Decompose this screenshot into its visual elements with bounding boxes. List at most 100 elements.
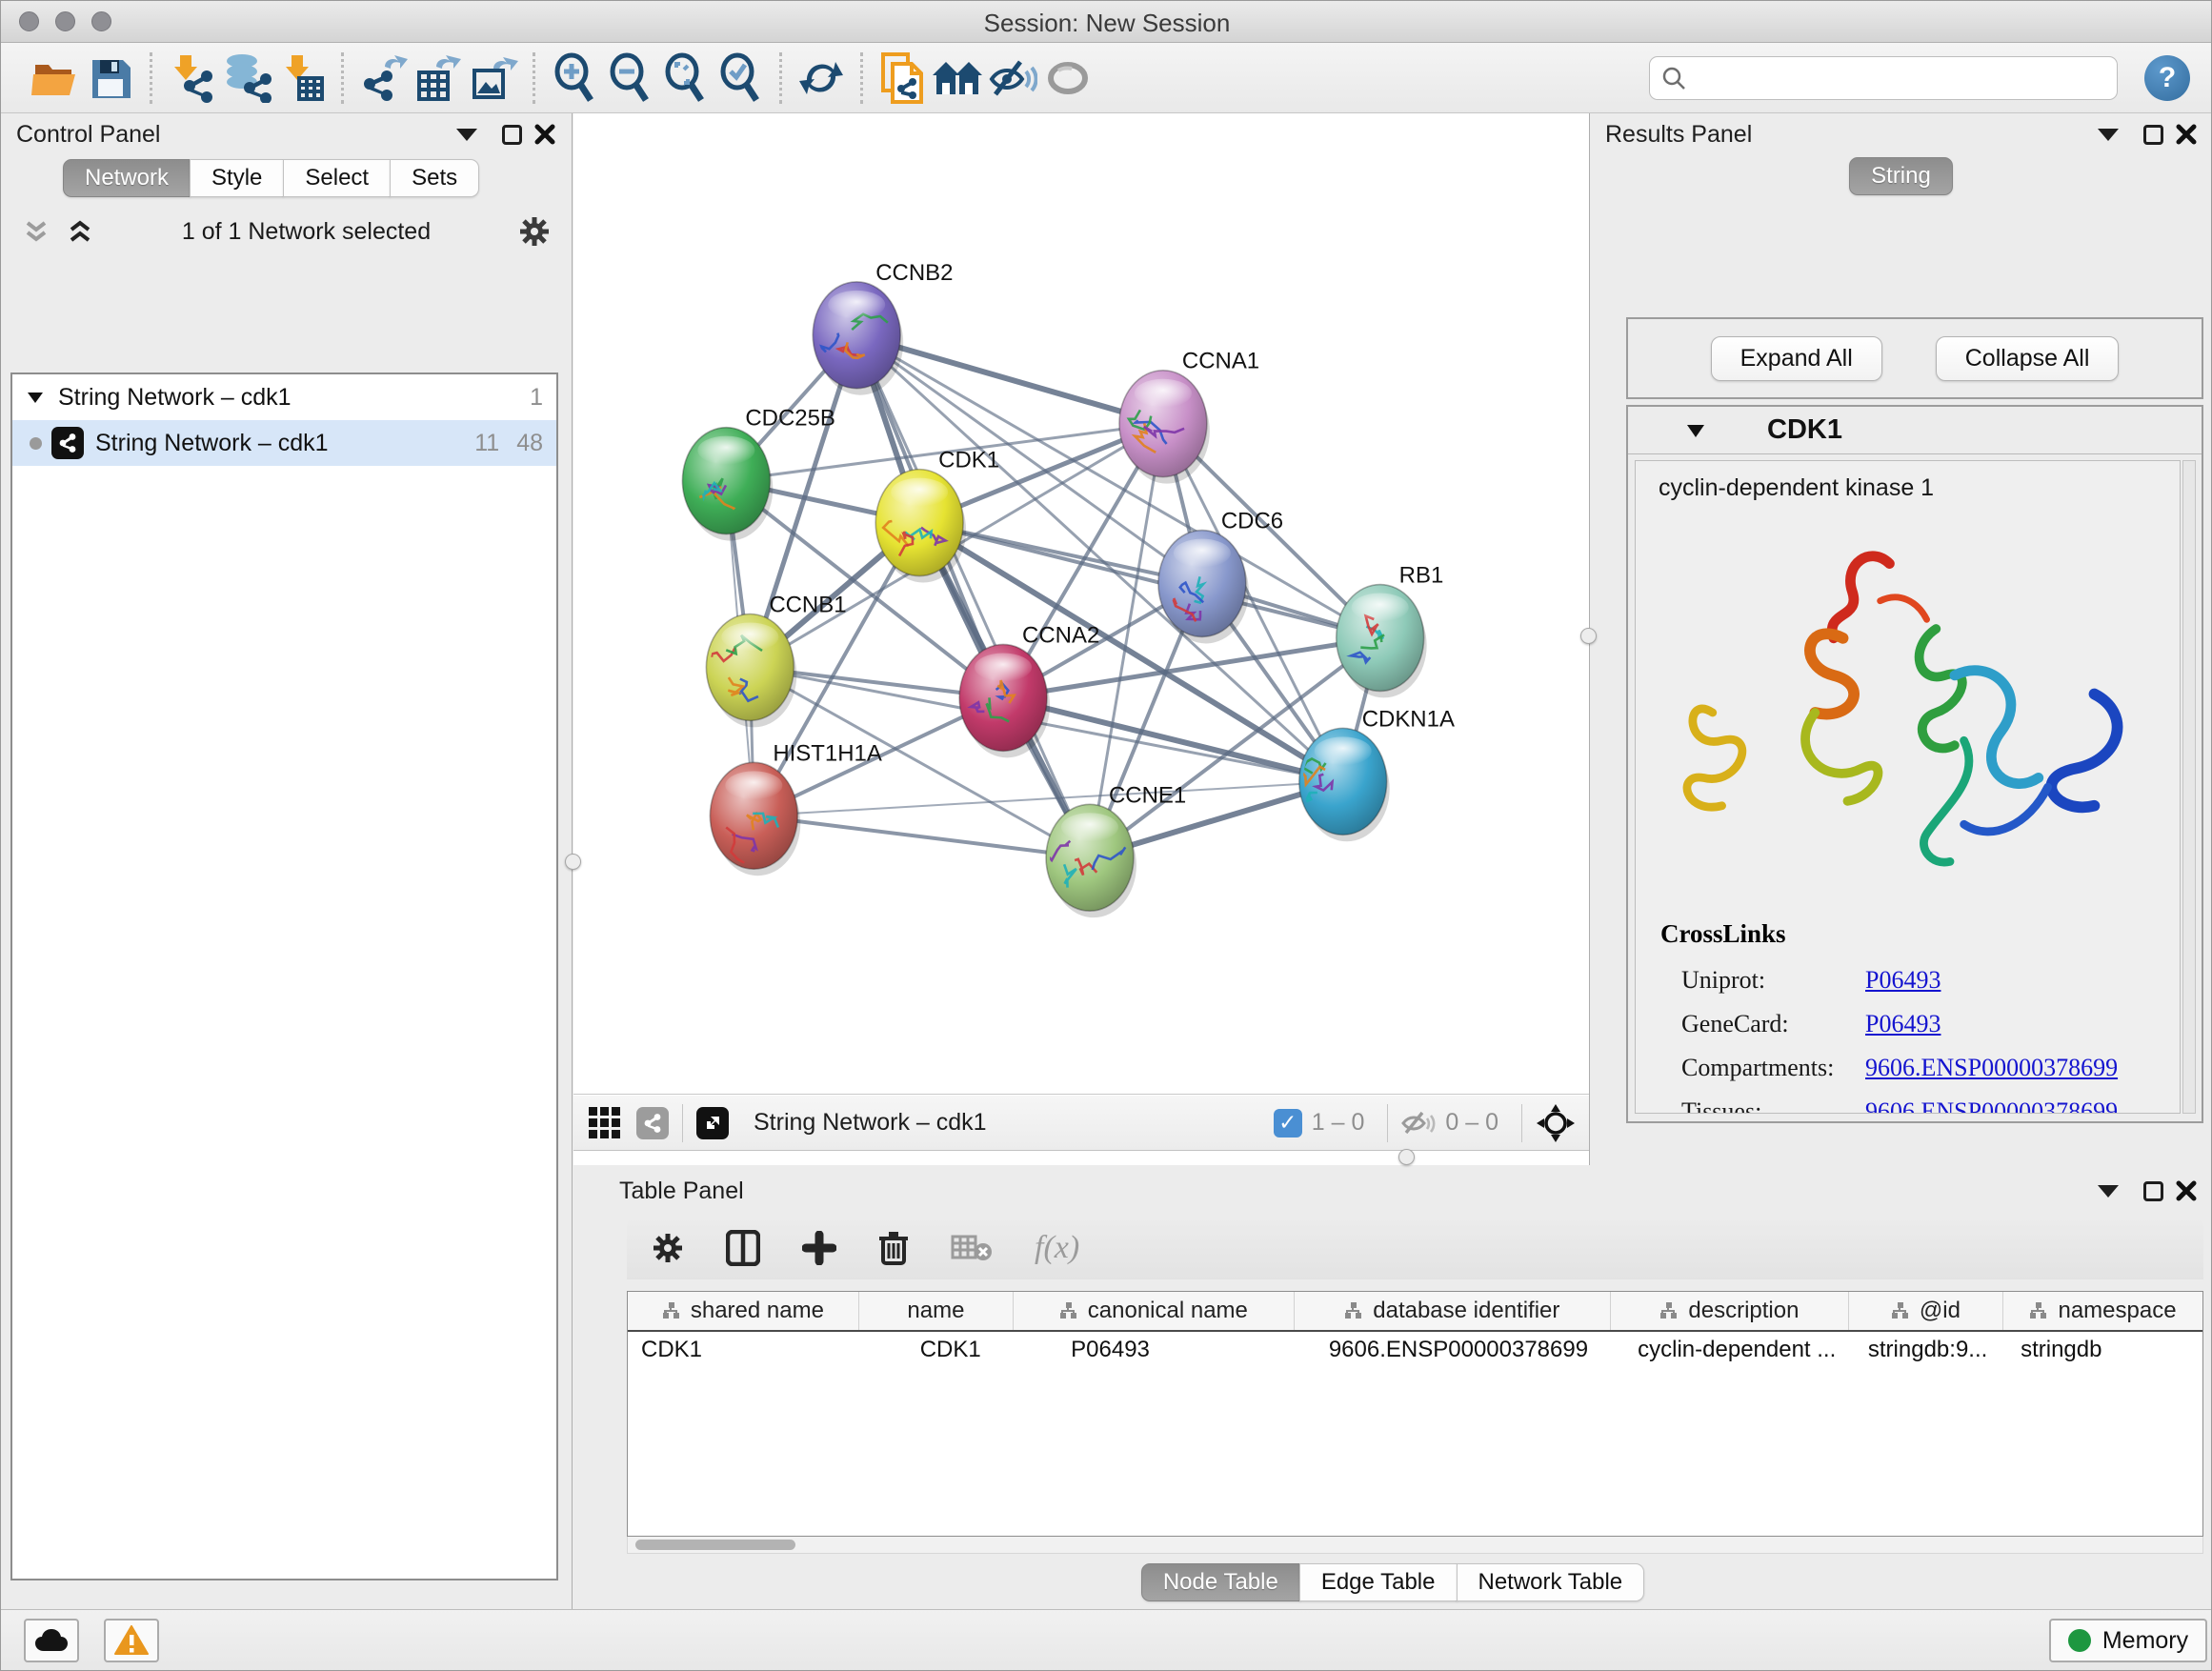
panel-float-icon[interactable] [2143, 1181, 2163, 1201]
apply-layout-button[interactable] [794, 50, 849, 107]
trash-icon[interactable] [878, 1230, 909, 1266]
protein-section-header[interactable]: CDK1 [1628, 407, 2202, 454]
crosslinks-section: CrossLinks Uniprot:P06493 GeneCard:P0649… [1636, 919, 2180, 1114]
network-collection-row[interactable]: String Network – cdk1 1 [12, 374, 556, 420]
collection-count: 1 [530, 384, 543, 412]
columns-icon[interactable] [726, 1230, 760, 1266]
tab-sets[interactable]: Sets [390, 159, 479, 197]
show-all-button[interactable] [1040, 50, 1096, 107]
column-header-namespace[interactable]: namespace [2003, 1292, 2202, 1330]
network-row-selected[interactable]: String Network – cdk1 11 48 [12, 420, 556, 466]
search-input[interactable] [1694, 65, 2105, 91]
tissues-link[interactable]: 9606.ENSP00000378699 [1865, 1090, 2118, 1114]
open-session-button[interactable] [28, 50, 83, 107]
export-image-icon [469, 53, 518, 103]
table-hscrollbar-thumb[interactable] [635, 1540, 795, 1550]
main-toolbar: ? [1, 43, 2212, 113]
panel-close-icon[interactable] [2175, 123, 2198, 146]
houses-icon [931, 56, 984, 100]
panel-float-icon[interactable] [502, 125, 522, 145]
first-neighbors-button[interactable] [930, 50, 985, 107]
function-builder-icon[interactable]: f(x) [1035, 1230, 1079, 1266]
cloud-button[interactable] [24, 1619, 79, 1662]
network-share-icon[interactable] [636, 1107, 669, 1139]
tab-network[interactable]: Network [63, 159, 191, 197]
crosshair-icon[interactable] [1536, 1103, 1576, 1143]
export-network-button[interactable] [355, 50, 411, 107]
tab-network-table[interactable]: Network Table [1457, 1563, 1645, 1601]
tab-string[interactable]: String [1849, 157, 1953, 195]
save-session-button[interactable] [83, 50, 138, 107]
collapse-all-button[interactable]: Collapse All [1936, 336, 2120, 381]
section-collapse-icon[interactable] [1685, 422, 1706, 439]
column-header-shared-name[interactable]: shared name [628, 1292, 859, 1330]
column-header-description[interactable]: description [1611, 1292, 1849, 1330]
eye-slash-icon [988, 56, 1037, 100]
delete-table-icon[interactable] [951, 1233, 993, 1263]
save-icon [89, 56, 132, 100]
genecard-link[interactable]: P06493 [1865, 1002, 1941, 1046]
hide-selected-button[interactable] [985, 50, 1040, 107]
open-in-new-window-icon[interactable] [696, 1107, 729, 1139]
import-network-database-button[interactable] [219, 50, 274, 107]
node-table[interactable]: shared name name canonical name database… [627, 1291, 2203, 1537]
cell-name[interactable]: CDK1 [859, 1332, 1014, 1372]
help-button[interactable]: ? [2144, 55, 2190, 101]
tab-edge-table[interactable]: Edge Table [1299, 1563, 1458, 1601]
cell-database-identifier[interactable]: 9606.ENSP00000378699 [1295, 1332, 1611, 1372]
table-row[interactable]: CDK1 CDK1 P06493 9606.ENSP00000378699 cy… [628, 1332, 2202, 1372]
gear-icon[interactable] [518, 215, 551, 248]
export-table-button[interactable] [411, 50, 466, 107]
zoom-in-button[interactable] [547, 50, 602, 107]
svg-text:CDKN1A: CDKN1A [1362, 706, 1455, 732]
panel-menu-icon[interactable] [2098, 129, 2119, 141]
tree-expand-icon[interactable] [26, 390, 45, 405]
panel-menu-icon[interactable] [456, 129, 477, 141]
table-hscrollbar[interactable] [627, 1537, 2203, 1554]
clone-network-button[interactable] [875, 50, 930, 107]
right-splitter-grip[interactable] [1580, 628, 1597, 644]
panel-close-icon[interactable] [533, 123, 556, 146]
warnings-button[interactable] [104, 1619, 159, 1662]
expand-all-button[interactable]: Expand All [1711, 336, 1882, 381]
zoom-fit-button[interactable] [657, 50, 713, 107]
hidden-eye-icon[interactable] [1401, 1109, 1436, 1137]
expand-all-icon[interactable] [66, 217, 94, 246]
column-header-canonical-name[interactable]: canonical name [1014, 1292, 1295, 1330]
results-scrollbar[interactable] [2182, 460, 2196, 1114]
compartments-link[interactable]: 9606.ENSP00000378699 [1865, 1046, 2118, 1090]
column-header-name[interactable]: name [859, 1292, 1014, 1330]
left-splitter-grip[interactable] [565, 854, 581, 870]
network-canvas[interactable]: CCNB2CCNA1CDC25BCDK1CDC6RB1CCNB1CCNA2CDK… [573, 113, 1589, 1095]
import-network-button[interactable] [164, 50, 219, 107]
selected-checkbox-icon[interactable]: ✓ [1274, 1109, 1302, 1137]
column-header-database-identifier[interactable]: database identifier [1295, 1292, 1611, 1330]
tab-node-table[interactable]: Node Table [1141, 1563, 1300, 1601]
table-gear-icon[interactable] [652, 1232, 684, 1264]
cell-id[interactable]: stringdb:9... [1849, 1332, 2003, 1372]
uniprot-link[interactable]: P06493 [1865, 958, 1941, 1002]
panel-menu-icon[interactable] [2098, 1185, 2119, 1198]
cell-namespace[interactable]: stringdb [2003, 1332, 2202, 1372]
memory-button[interactable]: Memory [2049, 1619, 2207, 1662]
add-icon[interactable] [802, 1231, 836, 1265]
import-table-button[interactable] [274, 50, 330, 107]
search-box[interactable] [1649, 56, 2118, 100]
panel-close-icon[interactable] [2175, 1179, 2198, 1202]
table-tabs: Node Table Edge Table Network Table [573, 1563, 2212, 1601]
crosslink-label: GeneCard: [1660, 1002, 1865, 1046]
zoom-out-button[interactable] [602, 50, 657, 107]
cell-canonical-name[interactable]: P06493 [1014, 1332, 1295, 1372]
cell-shared-name[interactable]: CDK1 [628, 1332, 859, 1372]
collapse-all-icon[interactable] [22, 217, 50, 246]
column-header-id[interactable]: @id [1849, 1292, 2003, 1330]
tab-style[interactable]: Style [190, 159, 284, 197]
table-toolbar: f(x) [627, 1217, 2203, 1279]
grid-icon[interactable] [587, 1105, 623, 1141]
cell-description[interactable]: cyclin-dependent ... [1611, 1332, 1849, 1372]
zoom-selected-button[interactable] [713, 50, 768, 107]
panel-float-icon[interactable] [2143, 125, 2163, 145]
export-image-button[interactable] [466, 50, 521, 107]
bottom-splitter-grip[interactable] [1398, 1149, 1415, 1165]
tab-select[interactable]: Select [283, 159, 391, 197]
